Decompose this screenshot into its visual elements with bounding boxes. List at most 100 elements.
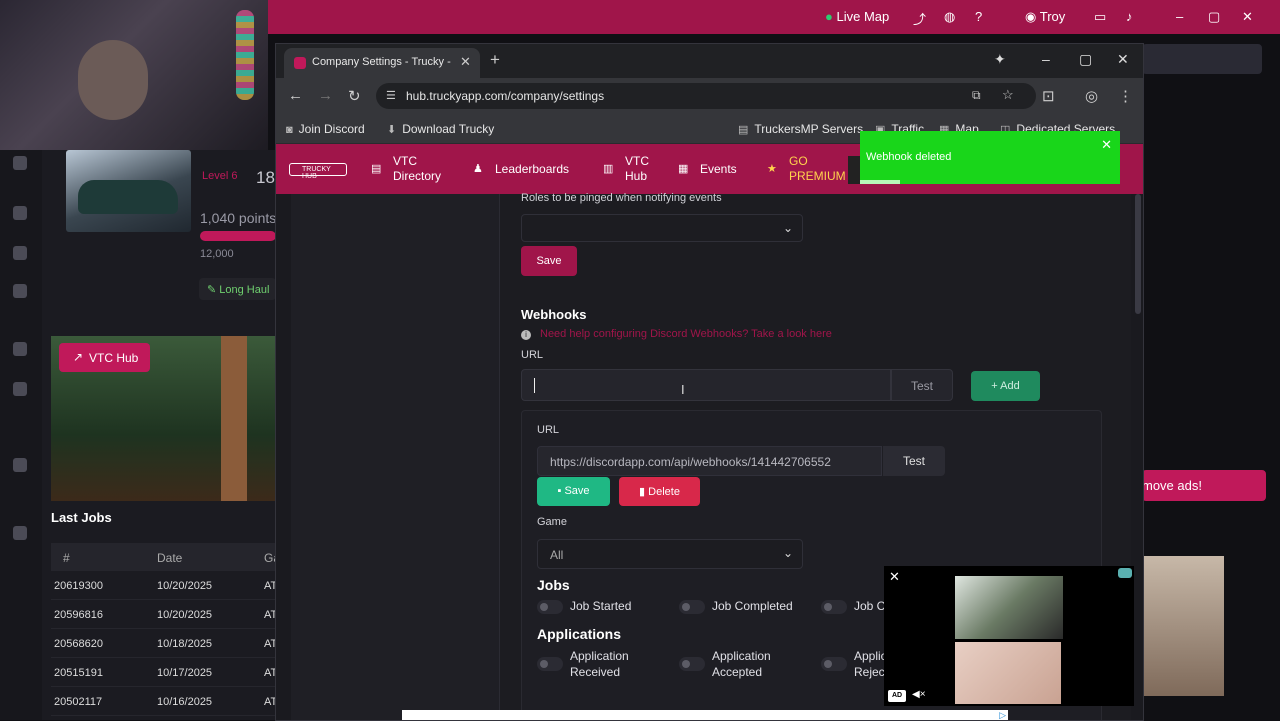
application-accepted-toggle[interactable] (679, 657, 705, 671)
roles-label: Roles to be pinged when notifying events (521, 192, 722, 204)
roles-select[interactable]: ⌄ (521, 214, 803, 242)
nav-vtc-hub[interactable]: ▥ VTC Hub (603, 154, 649, 184)
webhook-url-input[interactable]: I (521, 369, 891, 401)
bell-icon[interactable]: ♪ (1126, 9, 1133, 24)
share-icon[interactable]: ⤴ (913, 9, 926, 28)
hook-url-label: URL (537, 424, 560, 436)
close-icon[interactable]: ✕ (889, 569, 900, 585)
rail-icon[interactable] (13, 246, 27, 260)
remove-ads-button[interactable]: move ads! (1142, 470, 1266, 501)
trucky-hub-logo[interactable]: TRUCKY HUB (289, 163, 347, 180)
info-icon: i (521, 330, 531, 340)
ad-image (955, 642, 1061, 704)
application-received-toggle[interactable] (537, 657, 563, 671)
add-webhook-button[interactable]: + Add (971, 371, 1040, 401)
bookmark-truckersmp-servers[interactable]: ▤ TruckersMP Servers (738, 122, 863, 136)
tree-trunk (221, 336, 247, 501)
table-row[interactable]: 20568620 10/18/2025 AT (51, 629, 277, 658)
new-tab-icon[interactable]: + (490, 50, 500, 70)
discord-icon: ◙ (286, 124, 293, 136)
remove-ads-label: move ads! (1142, 478, 1202, 493)
game-select[interactable]: All ⌄ (537, 539, 803, 569)
application-rejected-toggle[interactable] (821, 657, 847, 671)
gemini-icon[interactable]: ✦ (994, 51, 1006, 68)
table-row[interactable]: 20596816 10/20/2025 AT (51, 600, 277, 629)
ad-badge: AD (888, 690, 906, 702)
menu-kebab-icon[interactable]: ⋮ (1118, 87, 1133, 105)
table-row[interactable]: 20502117 10/16/2025 AT (51, 687, 277, 716)
ad-image (955, 576, 1063, 639)
bookmark-label: Join Discord (298, 122, 365, 136)
tab-strip: Company Settings - Trucky - The ✕ + ✦ – … (276, 44, 1143, 78)
user-name: Troy (1039, 9, 1066, 24)
bookmark-join-discord[interactable]: ◙ Join Discord (286, 122, 365, 136)
column-header: # (63, 551, 70, 565)
nav-go-premium[interactable]: ★ GO PREMIUM (767, 154, 846, 184)
help-icon[interactable]: ? (975, 9, 982, 24)
rail-icon[interactable] (13, 284, 27, 298)
rail-icon[interactable] (13, 156, 27, 170)
bottom-ad-banner[interactable]: ▷ (402, 710, 1008, 720)
hook-test-button[interactable]: Test (883, 446, 945, 476)
page-scrollbar[interactable] (1135, 194, 1141, 314)
site-info-icon[interactable]: ☰ (386, 89, 396, 102)
chevron-down-icon: ⌄ (782, 221, 793, 235)
minimize-icon[interactable]: – (1042, 51, 1050, 67)
globe-icon[interactable]: ◍ (944, 9, 955, 25)
nav-leaderboards[interactable]: ♟ Leaderboards (473, 162, 569, 177)
hook-save-button[interactable]: ▪ Save (537, 477, 610, 506)
text-cursor-icon: I (681, 382, 685, 397)
job-started-toggle[interactable] (537, 600, 563, 614)
hook-delete-button[interactable]: ▮ Delete (619, 477, 700, 506)
close-icon[interactable]: ✕ (1101, 137, 1112, 153)
rail-icon[interactable] (13, 458, 27, 472)
bookmark-download-trucky[interactable]: ⬇ Download Trucky (387, 122, 494, 136)
points-progress-bar (200, 231, 276, 241)
table-row[interactable]: 20619300 10/20/2025 AT (51, 571, 277, 600)
video-ad[interactable]: ✕ AD ◀× (884, 566, 1134, 706)
maximize-icon[interactable]: ▢ (1208, 9, 1220, 25)
webhook-help-link[interactable]: Need help configuring Discord Webhooks? … (540, 328, 832, 340)
live-map-label: Live Map (836, 9, 890, 24)
close-window-icon[interactable]: ✕ (1117, 51, 1129, 68)
tab-company-settings[interactable]: Company Settings - Trucky - The ✕ (284, 48, 480, 78)
install-app-icon[interactable]: ⧉ (972, 88, 981, 103)
reload-icon[interactable]: ↻ (348, 87, 361, 105)
job-completed-toggle[interactable] (679, 600, 705, 614)
test-button[interactable]: Test (891, 369, 953, 401)
ad-expand-icon[interactable] (1118, 568, 1132, 578)
chat-icon[interactable]: ▭ (1094, 9, 1106, 25)
live-map-link[interactable]: ● Live Map (825, 9, 889, 24)
rail-icon[interactable] (13, 206, 27, 220)
adchoices-icon[interactable]: ▷ (999, 710, 1006, 721)
table-row[interactable]: 20515191 10/17/2025 AT (51, 658, 277, 687)
user-menu[interactable]: ◉ Troy (1025, 9, 1065, 25)
mute-icon[interactable]: ◀× (912, 689, 926, 700)
hook-url-input[interactable]: https://discordapp.com/api/webhooks/1414… (537, 446, 882, 476)
column-header: Date (157, 551, 183, 565)
rail-icon[interactable] (13, 526, 27, 540)
download-icon: ⬇ (387, 124, 397, 136)
nav-vtc-directory[interactable]: ▤ VTC Directory (371, 154, 441, 184)
tab-search-icon[interactable]: ⊡ (1042, 87, 1055, 105)
table-cell: 20619300 (54, 580, 103, 592)
bookmark-star-icon[interactable]: ☆ (1002, 87, 1014, 103)
nav-events[interactable]: ▦ Events (678, 162, 737, 177)
omnibox[interactable]: ☰ hub.truckyapp.com/company/settings ⧉ ☆ (376, 83, 1036, 109)
roles-save-button[interactable]: Save (521, 246, 577, 276)
background-right-panel (1142, 44, 1262, 74)
table-cell: 10/16/2025 (157, 696, 213, 708)
vtc-hub-button[interactable]: ↗ VTC Hub (59, 343, 150, 372)
forward-icon[interactable]: → (318, 87, 333, 104)
minimize-icon[interactable]: – (1176, 9, 1183, 24)
close-icon[interactable]: ✕ (1242, 9, 1253, 25)
rail-icon[interactable] (13, 342, 27, 356)
table-cell: 20568620 (54, 638, 103, 650)
close-tab-icon[interactable]: ✕ (460, 54, 471, 70)
rail-icon[interactable] (13, 382, 27, 396)
back-icon[interactable]: ← (288, 87, 303, 104)
address-bar-row: ← → ↻ ☰ hub.truckyapp.com/company/settin… (276, 78, 1143, 114)
maximize-icon[interactable]: ▢ (1079, 51, 1092, 68)
job-cancelled-toggle[interactable] (821, 600, 847, 614)
profile-avatar-icon[interactable]: ◎ (1085, 87, 1098, 105)
